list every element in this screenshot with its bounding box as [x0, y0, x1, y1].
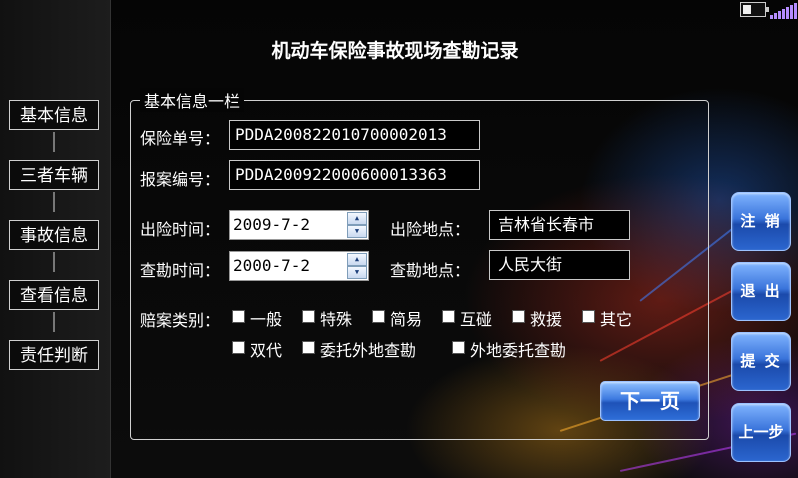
- nav-basic-info[interactable]: 基本信息: [9, 100, 99, 130]
- claim-type-dual-agent-label: 双代: [250, 341, 283, 360]
- report-number-label: 报案编号：: [140, 170, 221, 189]
- claim-type-delegate-out-checkbox[interactable]: [302, 341, 315, 354]
- battery-icon: [740, 2, 769, 17]
- claim-type-rescue-label: 救援: [530, 310, 563, 329]
- claim-type-other-checkbox[interactable]: [582, 310, 595, 323]
- survey-time-spinner[interactable]: ▲ ▼: [347, 253, 367, 279]
- claim-type-rescue-checkbox[interactable]: [512, 310, 525, 323]
- spin-down-icon[interactable]: ▼: [347, 266, 367, 279]
- claim-type-label: 赔案类别：: [140, 311, 221, 330]
- nav-connector: [53, 252, 55, 272]
- nav-inspection-info[interactable]: 查看信息: [9, 280, 99, 310]
- claim-type-general-checkbox[interactable]: [232, 310, 245, 323]
- left-nav-panel: 基本信息 三者车辆 事故信息 查看信息 责任判断: [0, 0, 111, 478]
- submit-button[interactable]: 提 交: [731, 332, 791, 391]
- policy-number-label: 保险单号：: [140, 129, 221, 148]
- accident-time-picker[interactable]: 2009-7-2 ▲ ▼: [229, 210, 369, 240]
- claim-type-delegate-out-label: 委托外地查勘: [320, 341, 417, 360]
- nav-connector: [53, 132, 55, 152]
- survey-time-value: 2000-7-2: [233, 256, 311, 275]
- previous-step-button[interactable]: 上一步: [731, 403, 791, 462]
- claim-type-special-label: 特殊: [320, 310, 353, 329]
- group-title: 基本信息一栏: [140, 88, 245, 112]
- signal-icon: [770, 3, 798, 19]
- exit-button[interactable]: 退 出: [731, 262, 791, 321]
- claim-type-other-label: 其它: [600, 310, 633, 329]
- next-page-button[interactable]: 下一页: [600, 381, 700, 421]
- logout-button[interactable]: 注 销: [731, 192, 791, 251]
- claim-type-dual-agent-checkbox[interactable]: [232, 341, 245, 354]
- claim-type-delegate-in-checkbox[interactable]: [452, 341, 465, 354]
- accident-place-label: 出险地点：: [390, 220, 471, 239]
- claim-type-simple-label: 简易: [390, 310, 423, 329]
- nav-third-party-vehicle[interactable]: 三者车辆: [9, 160, 99, 190]
- accident-time-value: 2009-7-2: [233, 215, 311, 234]
- spin-up-icon[interactable]: ▲: [347, 212, 367, 225]
- accident-time-spinner[interactable]: ▲ ▼: [347, 212, 367, 238]
- survey-place-label: 查勘地点：: [390, 261, 471, 280]
- accident-time-label: 出险时间：: [140, 220, 221, 239]
- survey-time-label: 查勘时间：: [140, 261, 221, 280]
- page-title: 机动车保险事故现场查勘记录: [271, 40, 519, 62]
- accident-place-field[interactable]: 吉林省长春市: [489, 210, 630, 240]
- claim-type-mutual-checkbox[interactable]: [442, 310, 455, 323]
- policy-number-field[interactable]: PDDA200822010700002013: [229, 120, 480, 150]
- spin-up-icon[interactable]: ▲: [347, 253, 367, 266]
- nav-connector: [53, 192, 55, 212]
- spin-down-icon[interactable]: ▼: [347, 225, 367, 238]
- claim-type-simple-checkbox[interactable]: [372, 310, 385, 323]
- nav-accident-info[interactable]: 事故信息: [9, 220, 99, 250]
- nav-liability[interactable]: 责任判断: [9, 340, 99, 370]
- claim-type-delegate-in-label: 外地委托查勘: [470, 341, 567, 360]
- survey-place-field[interactable]: 人民大街: [489, 250, 630, 280]
- nav-connector: [53, 312, 55, 332]
- claim-type-general-label: 一般: [250, 310, 283, 329]
- claim-type-mutual-label: 互碰: [460, 310, 493, 329]
- claim-type-special-checkbox[interactable]: [302, 310, 315, 323]
- report-number-field[interactable]: PDDA200922000600013363: [229, 160, 480, 190]
- survey-time-picker[interactable]: 2000-7-2 ▲ ▼: [229, 251, 369, 281]
